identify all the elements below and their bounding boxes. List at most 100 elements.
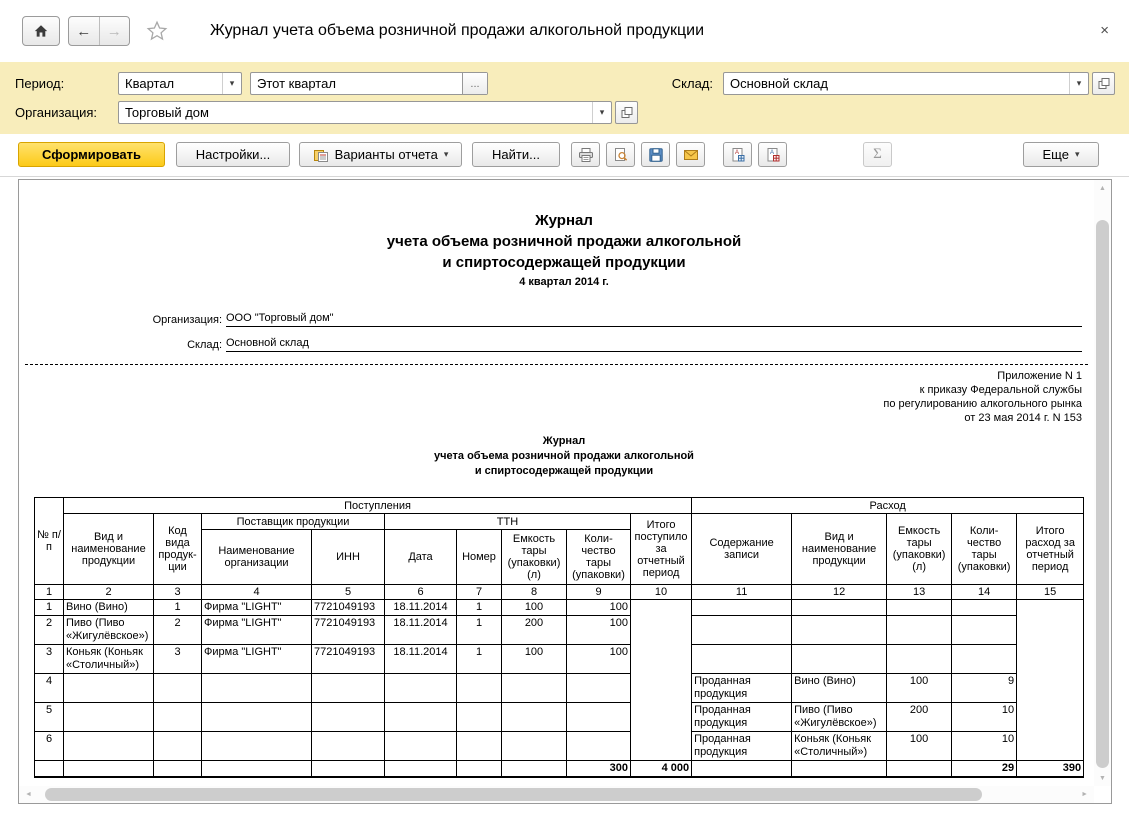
- vertical-scrollbar[interactable]: ▲ ▼: [1094, 180, 1111, 786]
- col-header-expense-qty: Коли-чество тары (упаковки): [951, 513, 1018, 585]
- cell-supplier: [201, 731, 312, 761]
- warehouse-open-button[interactable]: [1092, 72, 1115, 95]
- warehouse-input[interactable]: [724, 74, 1069, 93]
- total-received: 4 000: [629, 760, 693, 778]
- journal-table: № п/п Поступления Расход Вид и наименова…: [34, 497, 1085, 778]
- organization-open-button[interactable]: [615, 101, 638, 124]
- save-button[interactable]: [641, 142, 670, 167]
- cell-expense-product: [791, 599, 888, 616]
- horizontal-scroll-thumb[interactable]: [45, 788, 982, 801]
- autosum-button[interactable]: Σ: [863, 142, 892, 167]
- cell-date: 18.11.2014: [384, 599, 457, 616]
- cell-row-num: 2: [34, 615, 64, 645]
- cell-date: 18.11.2014: [384, 615, 457, 645]
- back-button[interactable]: ←: [69, 17, 99, 45]
- filter-group-warehouse: Склад: ▾: [672, 72, 1115, 95]
- cell-expense-capacity: 100: [886, 731, 953, 761]
- col-number: 5: [311, 584, 385, 600]
- chevron-down-icon[interactable]: ▾: [592, 102, 611, 123]
- col-number: 6: [384, 584, 457, 600]
- period-type-select[interactable]: Квартал ▾: [118, 72, 242, 95]
- spreadsheet-import-icon: A: [767, 147, 779, 161]
- cell-empty: [791, 760, 888, 778]
- scroll-up-icon[interactable]: ▲: [1099, 185, 1106, 192]
- cell-empty: [311, 760, 385, 778]
- period-value-input[interactable]: [251, 74, 462, 93]
- cell-code: 2: [153, 615, 202, 645]
- cell-supplier: Фирма "LIGHT": [201, 599, 312, 616]
- col-header-inn: ИНН: [311, 529, 385, 585]
- col-header-supplier-name: Наименование организации: [201, 529, 312, 585]
- cell-row-num: 6: [34, 731, 64, 761]
- chevron-down-icon[interactable]: ▾: [222, 73, 241, 94]
- generate-button[interactable]: Сформировать: [18, 142, 165, 167]
- cell-supplier: Фирма "LIGHT": [201, 644, 312, 674]
- report-warehouse-label: Склад:: [187, 339, 222, 351]
- favorites-star-icon[interactable]: [146, 20, 168, 42]
- email-icon: [683, 149, 698, 160]
- total-expense: 390: [1016, 760, 1085, 778]
- cell-inn: 7721049193: [311, 615, 385, 645]
- cell-expense-capacity: [886, 615, 953, 645]
- cell-row-num: 1: [34, 599, 64, 616]
- forward-button[interactable]: →: [98, 17, 130, 45]
- report-title: Журнал учета объема розничной продажи ал…: [386, 212, 742, 271]
- cell-expense-qty: 9: [951, 673, 1018, 703]
- cell-record-content: Проданная продукция: [691, 673, 793, 703]
- warehouse-field[interactable]: ▾: [723, 72, 1089, 95]
- cell-qty: [566, 731, 631, 761]
- cell-expense-capacity: [886, 599, 953, 616]
- settings-button[interactable]: Настройки...: [176, 142, 290, 167]
- period-value-field[interactable]: ...: [250, 72, 488, 95]
- col-number: 1: [34, 584, 64, 600]
- print-button[interactable]: [571, 142, 600, 167]
- cell-supplier: Фирма "LIGHT": [201, 615, 312, 645]
- send-email-button[interactable]: [676, 142, 705, 167]
- cell-row-num: 5: [34, 702, 64, 732]
- cell-ttn-number: 1: [456, 644, 502, 674]
- organization-input[interactable]: [119, 103, 592, 122]
- cell-empty: [691, 760, 793, 778]
- scroll-left-icon[interactable]: ◄: [25, 791, 32, 798]
- cell-ttn-number: 1: [456, 615, 502, 645]
- open-icon: [621, 106, 632, 118]
- report-subtitle: Журнал учета объема розничной продажи ал…: [434, 435, 694, 477]
- table-row: 5 Проданная продукция Пиво (Пиво «Жигулё…: [34, 702, 1084, 732]
- cell-empty: [63, 760, 154, 778]
- preview-icon: [614, 147, 627, 161]
- cell-code: [153, 731, 202, 761]
- cell-supplier: [201, 673, 312, 703]
- period-pick-button[interactable]: ...: [462, 73, 487, 94]
- vertical-scroll-thumb[interactable]: [1096, 220, 1109, 768]
- cell-expense-product: Вино (Вино): [791, 673, 888, 703]
- scroll-right-icon[interactable]: ►: [1081, 791, 1088, 798]
- close-icon[interactable]: ×: [1100, 23, 1109, 38]
- cell-date: [384, 731, 457, 761]
- more-button[interactable]: Еще ▾: [1023, 142, 1099, 167]
- print-preview-button[interactable]: [606, 142, 635, 167]
- report-toolbar: Сформировать Настройки... Варианты отчет…: [0, 134, 1129, 177]
- arrow-left-icon: ←: [76, 22, 92, 40]
- find-button[interactable]: Найти...: [472, 142, 560, 167]
- cell-expense-qty: 10: [951, 731, 1018, 761]
- cell-supplier: [201, 702, 312, 732]
- organization-field[interactable]: ▾: [118, 101, 612, 124]
- col-header-number: Номер: [456, 529, 502, 585]
- col-number: 4: [201, 584, 312, 600]
- col-number: 14: [951, 584, 1018, 600]
- home-button[interactable]: [22, 16, 60, 46]
- chevron-down-icon[interactable]: ▾: [1069, 73, 1088, 94]
- spreadsheet-export-button[interactable]: A: [723, 142, 752, 167]
- horizontal-scrollbar[interactable]: ◄ ►: [19, 786, 1094, 803]
- col-header-date: Дата: [384, 529, 457, 585]
- cell-capacity: 200: [501, 615, 567, 645]
- col-header-record-content: Содержание записи: [691, 513, 793, 585]
- spreadsheet-import-button[interactable]: A: [758, 142, 787, 167]
- col-header-product-code: Код вида продук-ции: [153, 513, 202, 585]
- cell-qty: [566, 673, 631, 703]
- scroll-down-icon[interactable]: ▼: [1099, 775, 1106, 782]
- window-header: ← → Журнал учета объема розничной продаж…: [0, 0, 1129, 62]
- report-variants-button[interactable]: Варианты отчета ▾: [299, 142, 462, 167]
- cell-expense-capacity: [886, 644, 953, 674]
- dashed-divider: [25, 364, 1088, 365]
